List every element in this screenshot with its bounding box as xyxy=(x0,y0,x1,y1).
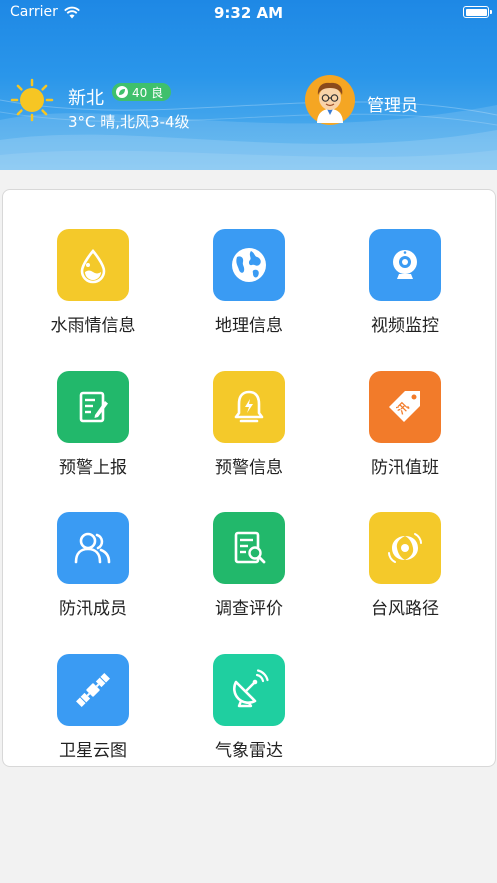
leaf-icon xyxy=(116,86,128,98)
alarm-bell-icon xyxy=(213,371,285,443)
survey-document-icon xyxy=(213,512,285,584)
satellite-icon xyxy=(57,654,129,726)
menu-item-geo-info[interactable]: 地理信息 xyxy=(171,229,327,359)
header-banner: Carrier 9:32 AM 新北 40 良 3°C 晴,北风3-4级 管理员 xyxy=(0,0,497,170)
menu-item-flood-members[interactable]: 防汛成员 xyxy=(15,512,171,642)
menu-item-label: 台风路径 xyxy=(371,599,439,619)
menu-item-water-rain-info[interactable]: 水雨情信息 xyxy=(15,229,171,359)
function-menu-card: 水雨情信息 地理信息 视频监控 预警上报 预警信息 汛 防汛值班 防汛成员 调查… xyxy=(2,189,496,767)
sunny-weather-icon xyxy=(10,78,54,122)
city-name: 新北 xyxy=(68,88,104,109)
menu-item-label: 水雨情信息 xyxy=(50,316,136,336)
globe-icon xyxy=(213,229,285,301)
aqi-value: 40 良 xyxy=(132,85,164,100)
menu-item-label: 预警上报 xyxy=(59,458,127,478)
menu-item-label: 调查评价 xyxy=(215,599,283,619)
webcam-icon xyxy=(369,229,441,301)
menu-item-alert-info[interactable]: 预警信息 xyxy=(171,371,327,501)
water-drop-icon xyxy=(57,229,129,301)
menu-item-label: 防汛成员 xyxy=(59,599,127,619)
menu-item-label: 视频监控 xyxy=(371,316,439,336)
menu-item-label: 地理信息 xyxy=(215,316,283,336)
aqi-badge: 40 良 xyxy=(112,83,172,101)
menu-item-weather-radar[interactable]: 气象雷达 xyxy=(171,654,327,784)
menu-item-label: 预警信息 xyxy=(215,458,283,478)
clock: 9:32 AM xyxy=(213,4,284,22)
weather-detail: 3°C 晴,北风3-4级 xyxy=(68,113,190,131)
user-avatar[interactable] xyxy=(305,75,355,125)
menu-item-survey-evaluation[interactable]: 调查评价 xyxy=(171,512,327,642)
members-icon xyxy=(57,512,129,584)
duty-tag-icon: 汛 xyxy=(369,371,441,443)
menu-item-video-monitor[interactable]: 视频监控 xyxy=(327,229,483,359)
menu-item-flood-duty[interactable]: 汛 防汛值班 xyxy=(327,371,483,501)
menu-item-satellite-cloud[interactable]: 卫星云图 xyxy=(15,654,171,784)
radar-dish-icon xyxy=(213,654,285,726)
menu-item-label: 防汛值班 xyxy=(371,458,439,478)
typhoon-icon xyxy=(369,512,441,584)
battery-icon xyxy=(463,6,492,18)
menu-item-alert-report[interactable]: 预警上报 xyxy=(15,371,171,501)
menu-item-label: 气象雷达 xyxy=(215,741,283,761)
report-edit-icon xyxy=(57,371,129,443)
user-name[interactable]: 管理员 xyxy=(367,91,418,116)
menu-item-label: 卫星云图 xyxy=(59,741,127,761)
menu-item-typhoon-path[interactable]: 台风路径 xyxy=(327,512,483,642)
status-bar: Carrier 9:32 AM xyxy=(0,0,497,26)
